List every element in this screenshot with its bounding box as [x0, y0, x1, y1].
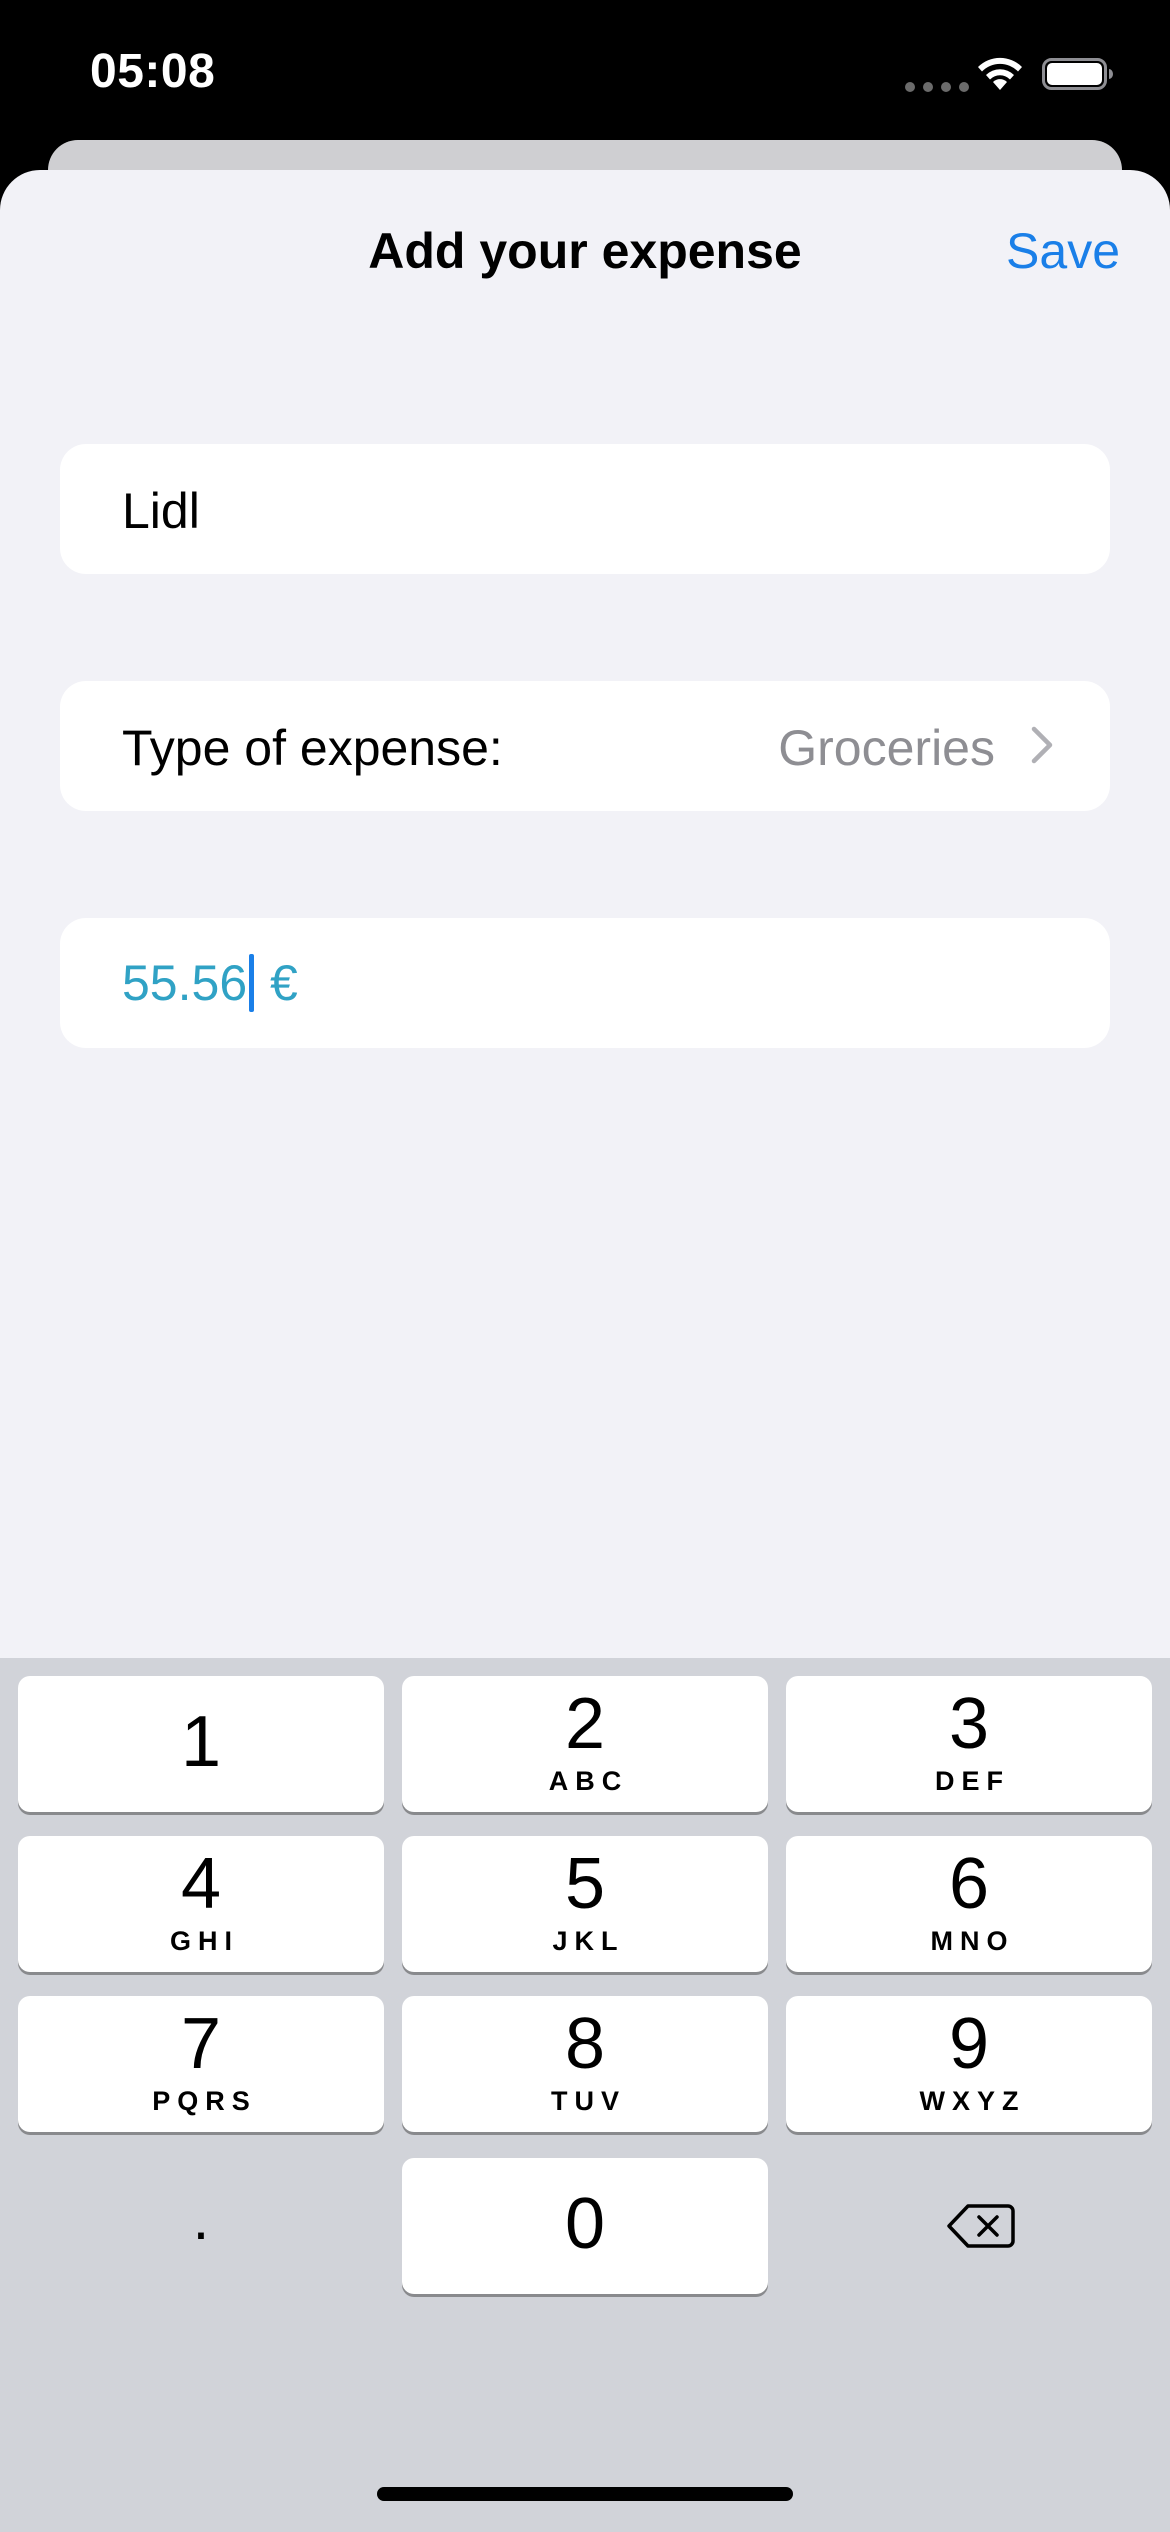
amount-value: 55.56 [122, 955, 248, 1011]
key-8[interactable]: 8 TUV [402, 1996, 768, 2132]
number-pad: 1 2 ABC 3 DEF 4 GHI 5 JKL 6 MNO 7 PQRS 8 [0, 1658, 1170, 2532]
cellular-icon [905, 82, 969, 92]
key-2[interactable]: 2 ABC [402, 1676, 768, 1812]
screen: 05:08 Add your expense Save Lidl Type of… [0, 0, 1170, 2532]
text-cursor [249, 954, 255, 1012]
expense-name-field[interactable]: Lidl [60, 444, 1110, 574]
battery-icon [1042, 58, 1113, 90]
key-0[interactable]: 0 [402, 2158, 768, 2294]
key-decimal[interactable]: . [18, 2158, 384, 2294]
key-1[interactable]: 1 [18, 1676, 384, 1812]
key-4[interactable]: 4 GHI [18, 1836, 384, 1972]
home-indicator[interactable] [377, 2487, 793, 2501]
status-bar: 05:08 [0, 0, 1170, 140]
save-button[interactable]: Save [1006, 222, 1120, 280]
key-9[interactable]: 9 WXYZ [786, 1996, 1152, 2132]
page-title: Add your expense [368, 223, 802, 279]
currency-symbol: € [256, 955, 298, 1011]
key-6[interactable]: 6 MNO [786, 1836, 1152, 1972]
key-5[interactable]: 5 JKL [402, 1836, 768, 1972]
delete-key[interactable] [786, 2158, 1152, 2294]
chevron-right-icon [1031, 726, 1053, 764]
expense-name-value: Lidl [122, 483, 200, 539]
expense-type-row[interactable]: Type of expense: Groceries [60, 681, 1110, 811]
key-3[interactable]: 3 DEF [786, 1676, 1152, 1812]
wifi-icon [978, 57, 1022, 90]
status-time: 05:08 [90, 45, 216, 98]
expense-type-value: Groceries [778, 720, 995, 776]
delete-backspace-icon [947, 2204, 1015, 2248]
key-7[interactable]: 7 PQRS [18, 1996, 384, 2132]
amount-input: 55.56 € [122, 954, 298, 1012]
amount-field[interactable]: 55.56 € [60, 918, 1110, 1048]
expense-type-label: Type of expense: [122, 720, 503, 776]
